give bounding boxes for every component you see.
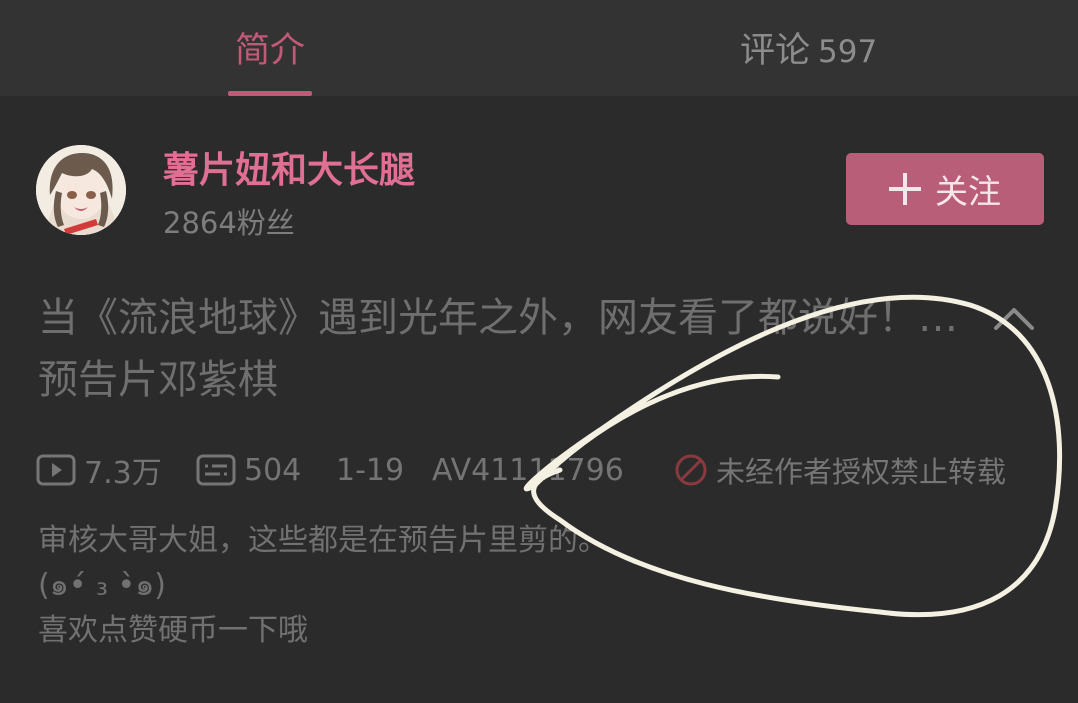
- no-reprint-text: 未经作者授权禁止转载: [716, 455, 1007, 489]
- video-stats: 7.3万 504 1-19 AV41111796 未经作者授权禁止转载: [36, 448, 1056, 492]
- avatar[interactable]: [36, 145, 126, 235]
- tab-active-indicator: [228, 91, 312, 96]
- fans-count: 2864粉丝: [163, 206, 295, 240]
- tab-comments-label: 评论: [740, 31, 811, 71]
- danmaku-count: 504: [196, 448, 301, 492]
- danmaku-icon: [196, 454, 236, 486]
- video-description: 审核大哥大姐，这些都是在预告片里剪的。 (๑•́ ₃ •̀๑) 喜欢点赞硬币一下…: [38, 518, 938, 653]
- description-line-3: 喜欢点赞硬币一下哦: [38, 613, 308, 648]
- danmaku-count-value: 504: [244, 452, 302, 488]
- tab-intro[interactable]: 简介: [228, 22, 312, 96]
- follow-button[interactable]: 关注: [846, 153, 1044, 225]
- anime-girl-avatar: [36, 145, 126, 235]
- av-number: AV41111796: [432, 452, 624, 488]
- no-reprint-notice: 未经作者授权禁止转载: [674, 448, 1006, 492]
- tab-comments[interactable]: 评论 597: [740, 22, 890, 96]
- collapse-button[interactable]: [990, 298, 1038, 338]
- video-detail-screen: 简介 评论 597 薯片妞和大长腿 2864粉丝 关注 当《流浪地球》遇到光年之外…: [0, 0, 1078, 703]
- description-line-2: (๑•́ ₃ •̀๑): [38, 568, 166, 603]
- chevron-up-icon: [994, 308, 1034, 330]
- publish-date: 1-19: [336, 452, 405, 488]
- follow-label: 关注: [935, 172, 1001, 211]
- plus-icon: [889, 173, 921, 205]
- tab-intro-label: 简介: [234, 31, 305, 71]
- video-title: 当《流浪地球》遇到光年之外，网友看了都说好！…预告片邓紫棋: [38, 295, 958, 403]
- tab-bar: 简介 评论 597: [0, 0, 1078, 96]
- comments-count: 597: [818, 34, 878, 70]
- view-count-value: 7.3万: [84, 456, 162, 491]
- prohibited-icon: [675, 454, 707, 486]
- description-line-1: 审核大哥大姐，这些都是在预告片里剪的。: [38, 523, 608, 558]
- play-count-icon: [36, 454, 76, 486]
- view-count: 7.3万: [36, 448, 162, 492]
- uploader-name[interactable]: 薯片妞和大长腿: [163, 141, 415, 193]
